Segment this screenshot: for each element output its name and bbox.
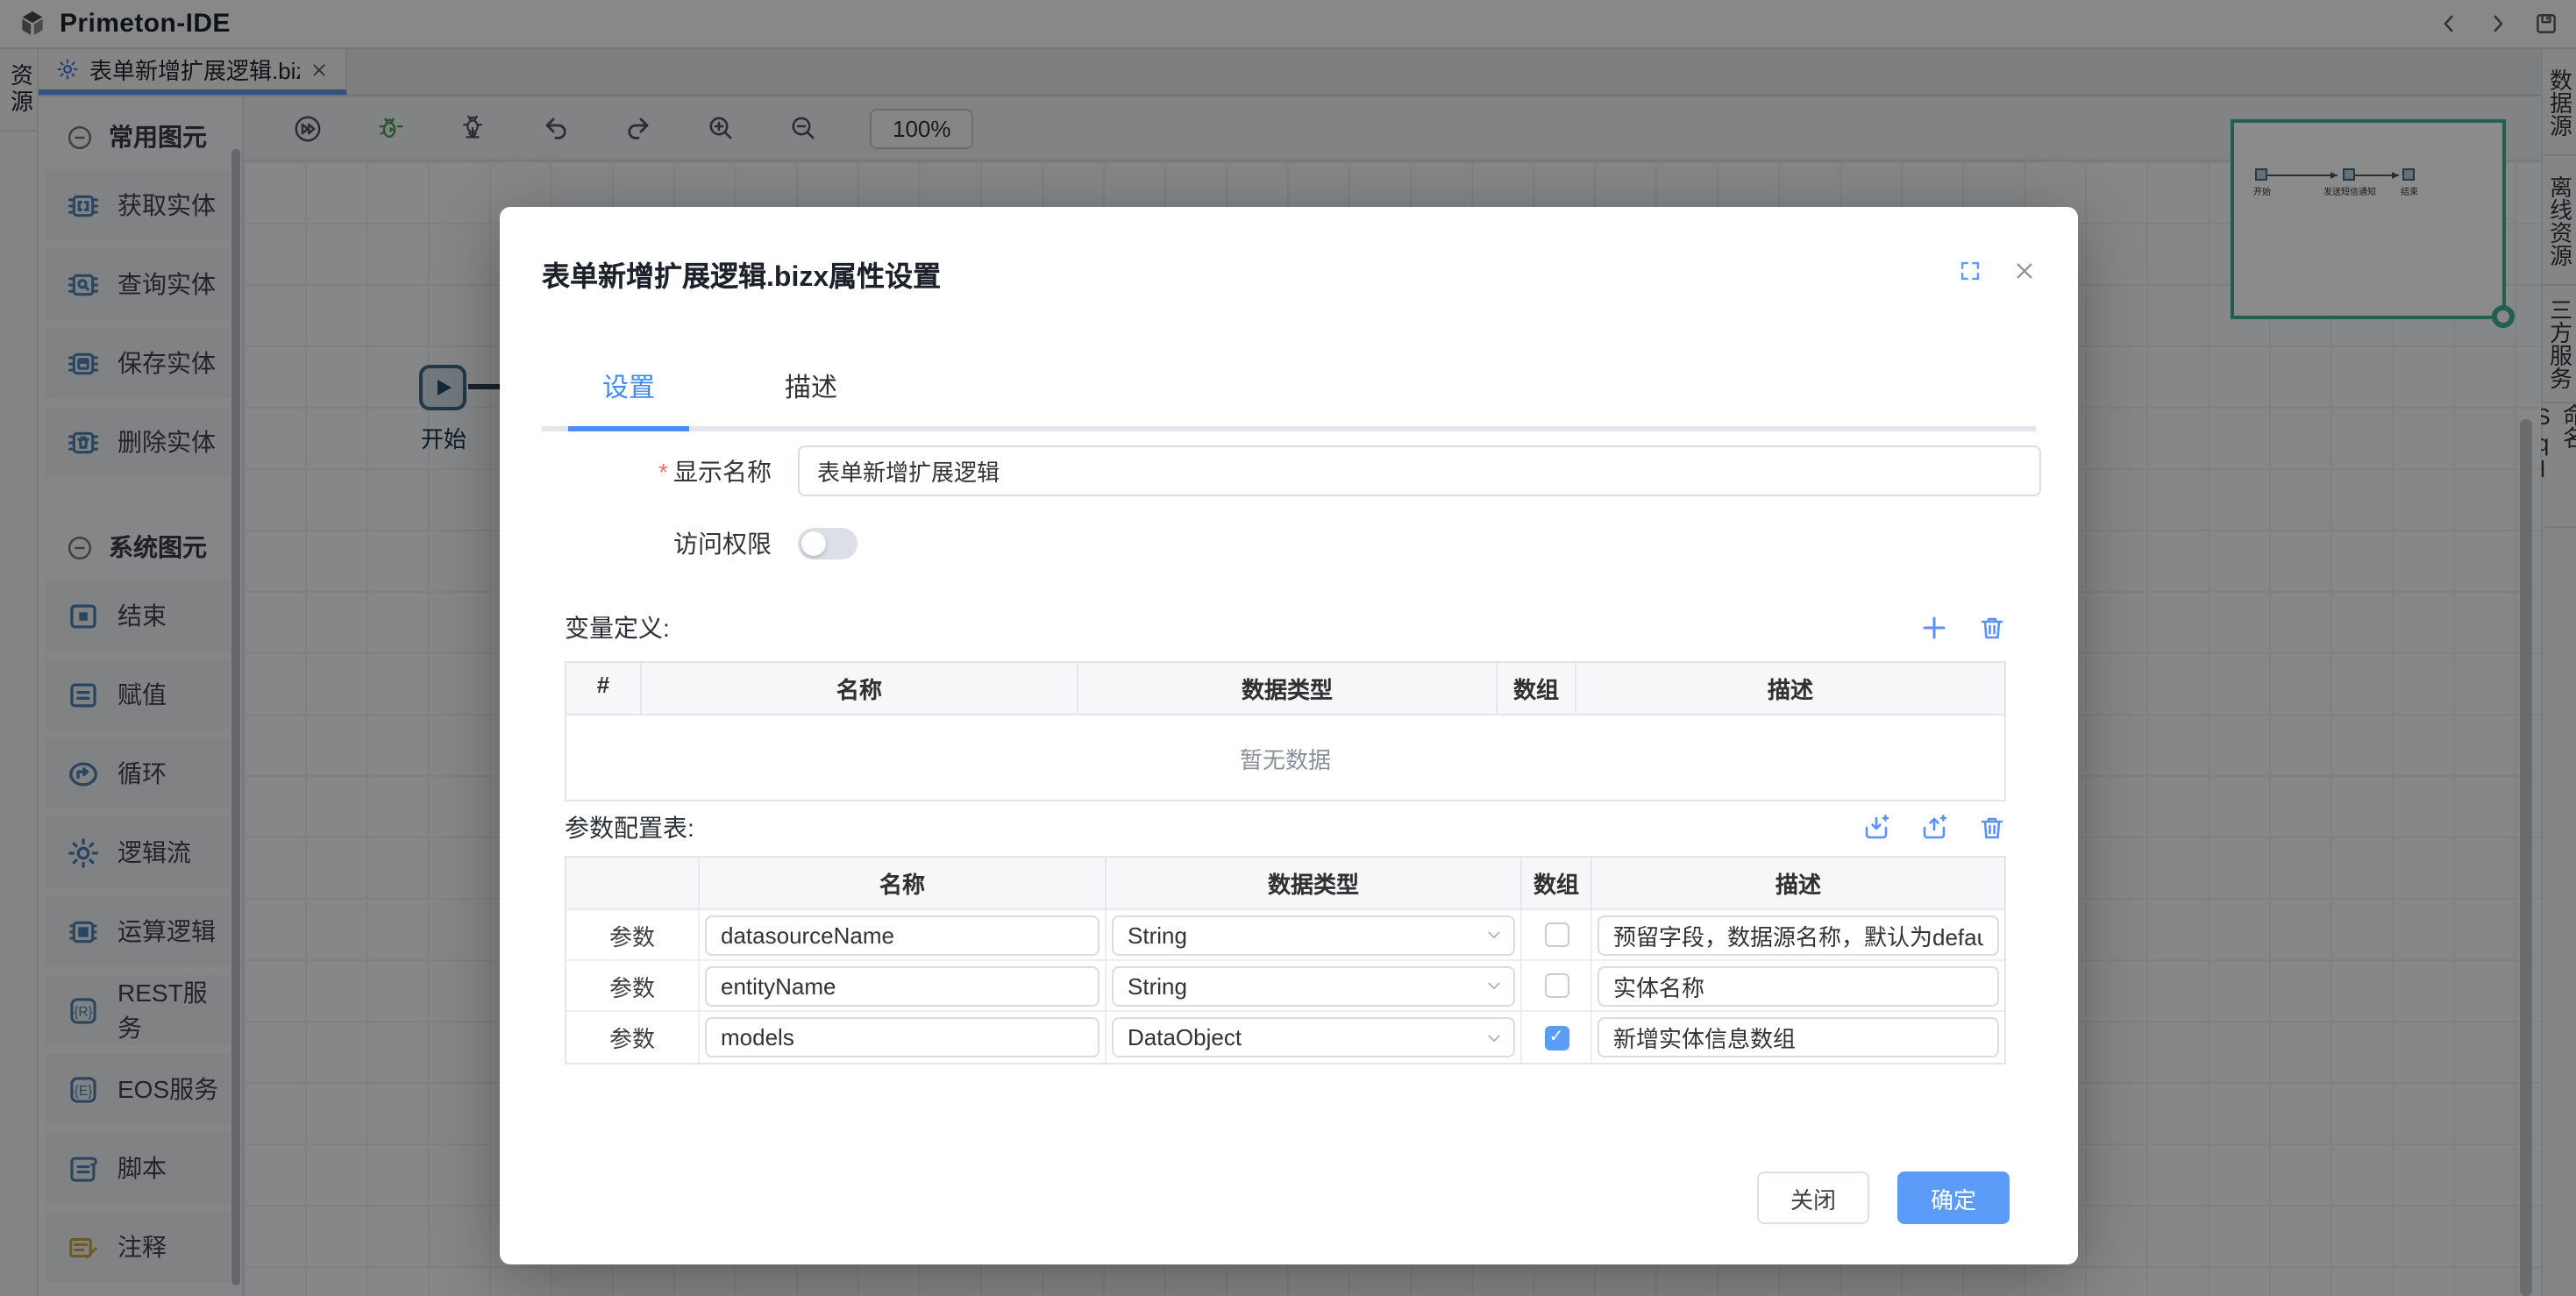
modal-title: 表单新增扩展逻辑.bizx属性设置 <box>542 253 941 295</box>
modal-window-buttons <box>1959 260 2036 282</box>
param-desc-input[interactable] <box>1598 965 1999 1006</box>
chevron-down-icon <box>1485 926 1503 944</box>
tab-track <box>542 426 2036 431</box>
param-desc-input[interactable] <box>1598 915 1999 955</box>
param-name-input[interactable] <box>705 1017 1099 1057</box>
access-row: 访问权限 <box>542 526 857 561</box>
param-type: 参数 <box>566 1012 700 1063</box>
params-section-head: 参数配置表: <box>565 810 2006 845</box>
params-label: 参数配置表: <box>565 810 694 845</box>
delete-param-icon[interactable] <box>1978 814 2006 842</box>
access-label: 访问权限 <box>542 526 772 561</box>
param-name-input[interactable] <box>705 965 1099 1006</box>
fullscreen-icon[interactable] <box>1959 260 1982 282</box>
display-name-input[interactable] <box>798 445 2041 496</box>
empty-state: 暂无数据 <box>566 716 2004 800</box>
required-mark: * <box>658 457 668 485</box>
param-type: 参数 <box>566 910 700 961</box>
col-name: 名称 <box>700 858 1107 910</box>
tab-description[interactable]: 描述 <box>751 368 872 426</box>
confirm-button[interactable]: 确定 <box>1897 1171 2010 1224</box>
variables-label: 变量定义: <box>565 610 670 645</box>
display-name-row: *显示名称 <box>542 445 2041 496</box>
add-variable-icon[interactable] <box>1920 614 1948 642</box>
params-actions <box>1862 814 2006 842</box>
col-description: 描述 <box>1576 663 2004 716</box>
params-table: 名称 数据类型 数组 描述 参数 String 参数 String 参数 <box>565 856 2006 1065</box>
export-icon[interactable] <box>1920 814 1948 842</box>
col-array: 数组 <box>1498 663 1576 716</box>
primeton-ide-app: Primeton-IDE 资源 表单新增扩展逻辑.bizx <box>0 0 2576 1296</box>
param-row: 参数 String <box>566 910 2004 961</box>
param-name-input[interactable] <box>705 915 1099 955</box>
access-toggle[interactable] <box>798 528 857 559</box>
screen: Primeton-IDE 资源 表单新增扩展逻辑.bizx <box>0 0 2576 1296</box>
param-row: 参数 DataObject <box>566 1012 2004 1063</box>
col-array: 数组 <box>1522 858 1592 910</box>
toggle-knob <box>801 531 826 556</box>
param-datatype-select[interactable]: DataObject <box>1112 1017 1515 1057</box>
properties-modal: 表单新增扩展逻辑.bizx属性设置 设置 描述 *显示名称 访问权限 变量定义: <box>500 207 2078 1264</box>
chevron-down-icon <box>1485 1029 1503 1046</box>
param-datatype-select[interactable]: String <box>1112 965 1515 1006</box>
delete-variable-icon[interactable] <box>1978 614 2006 642</box>
variables-section-head: 变量定义: <box>565 610 2006 645</box>
col-index: # <box>566 663 642 716</box>
modal-footer: 关闭 确定 <box>1757 1171 2010 1224</box>
variables-actions <box>1920 614 2006 642</box>
col-datatype: 数据类型 <box>1078 663 1498 716</box>
param-array-checkbox[interactable] <box>1544 973 1569 998</box>
param-desc-input[interactable] <box>1598 1017 1999 1057</box>
modal-tabs: 设置 描述 <box>542 368 2036 431</box>
variables-table: # 名称 数据类型 数组 描述 暂无数据 <box>565 661 2006 801</box>
param-type: 参数 <box>566 961 700 1012</box>
col-name: 名称 <box>642 663 1078 716</box>
param-datatype-select[interactable]: String <box>1112 915 1515 955</box>
close-button[interactable]: 关闭 <box>1757 1171 1869 1224</box>
col-type <box>566 858 700 910</box>
chevron-down-icon <box>1485 977 1503 994</box>
variables-header-row: # 名称 数据类型 数组 描述 <box>566 663 2004 716</box>
import-icon[interactable] <box>1862 814 1890 842</box>
col-datatype: 数据类型 <box>1107 858 1522 910</box>
params-header-row: 名称 数据类型 数组 描述 <box>566 858 2004 910</box>
param-array-checkbox[interactable] <box>1544 1025 1569 1050</box>
display-name-label: *显示名称 <box>542 453 772 488</box>
tab-settings[interactable]: 设置 <box>568 368 689 426</box>
close-icon[interactable] <box>2013 260 2036 282</box>
param-array-checkbox[interactable] <box>1544 922 1569 947</box>
col-description: 描述 <box>1592 858 2004 910</box>
tab-active-indicator <box>568 426 689 431</box>
param-row: 参数 String <box>566 961 2004 1012</box>
